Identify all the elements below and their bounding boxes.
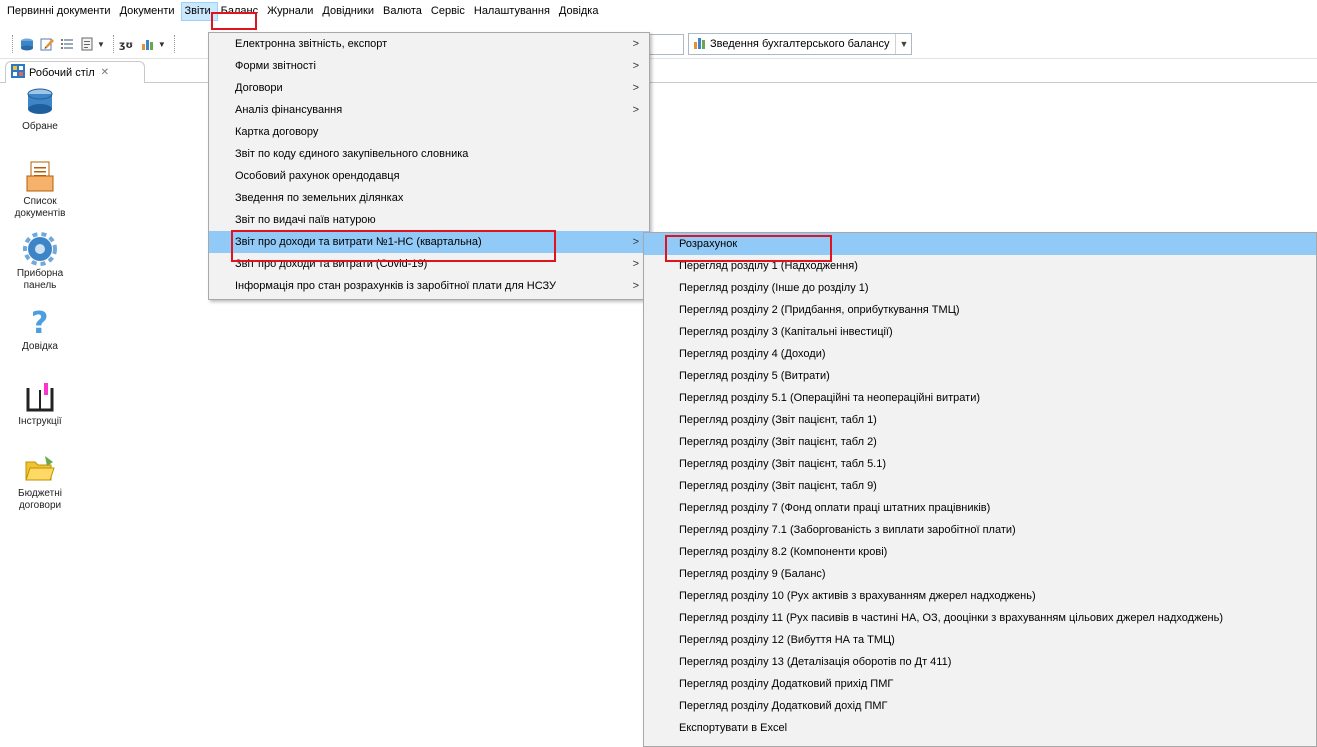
desktop-item-instructions[interactable]: Інструкції — [5, 380, 75, 428]
budget-contracts-folder-icon — [23, 452, 57, 486]
desktop-item-budget-contracts[interactable]: Бюджетні договори — [5, 452, 75, 512]
menu-item-cpv-report[interactable]: Звіт по коду єдиного закупівельного слов… — [209, 143, 649, 165]
edit-icon[interactable] — [38, 35, 56, 53]
menu-item-shares-in-kind[interactable]: Звіт по видачі паїв натурою — [209, 209, 649, 231]
submenu-item-patient-table-9[interactable]: Перегляд розділу (Звіт пацієнт, табл 9) — [644, 475, 1316, 497]
toolbar: ▼ ʒʊ ▼ Зведення бухгалтерського балансу … — [0, 30, 1317, 59]
menu-primary-documents[interactable]: Первинні документи — [4, 2, 117, 21]
menu-service[interactable]: Сервіс — [428, 2, 471, 21]
income-expenses-submenu: Розрахунок Перегляд розділу 1 (Надходжен… — [643, 232, 1317, 747]
report-select-value: Зведення бухгалтерського балансу — [710, 38, 890, 50]
desktop-item-help[interactable]: ? Довідка — [5, 305, 75, 353]
toolbar-separator — [12, 35, 13, 53]
menu-item-e-reporting[interactable]: Електронна звітність, експорт > — [209, 33, 649, 55]
menu-directories[interactable]: Довідники — [319, 2, 380, 21]
submenu-item-section-11[interactable]: Перегляд розділу 11 (Рух пасивів в части… — [644, 607, 1316, 629]
document-icon[interactable] — [78, 35, 96, 53]
submenu-item-section-1-other[interactable]: Перегляд розділу (Інше до розділу 1) — [644, 277, 1316, 299]
chevron-right-icon: > — [632, 60, 639, 72]
desktop-item-documents-list[interactable]: Список документів — [5, 160, 75, 220]
report-select[interactable]: Зведення бухгалтерського балансу ▼ — [688, 33, 913, 55]
open-icon[interactable] — [18, 35, 36, 53]
tab-label: Робочий стіл — [29, 66, 95, 79]
desktop-item-label: Приборна панель — [16, 268, 64, 291]
submenu-item-section-7-1[interactable]: Перегляд розділу 7.1 (Заборгованість з в… — [644, 519, 1316, 541]
toolbar-separator — [173, 35, 175, 53]
submenu-item-patient-table-2[interactable]: Перегляд розділу (Звіт пацієнт, табл 2) — [644, 431, 1316, 453]
svg-text:ʒʊ: ʒʊ — [119, 40, 133, 51]
close-icon[interactable]: ✕ — [101, 67, 109, 78]
chevron-right-icon: > — [632, 280, 639, 292]
chevron-right-icon: > — [632, 38, 639, 50]
submenu-item-section-8-2[interactable]: Перегляд розділу 8.2 (Компоненти крові) — [644, 541, 1316, 563]
menu-item-salary-nhsu[interactable]: Інформація про стан розрахунків із зароб… — [209, 275, 649, 297]
chevron-down-icon[interactable]: ▼ — [895, 34, 911, 54]
submenu-item-section-9[interactable]: Перегляд розділу 9 (Баланс) — [644, 563, 1316, 585]
menu-item-contract-card[interactable]: Картка договору — [209, 121, 649, 143]
submenu-item-patient-table-1[interactable]: Перегляд розділу (Звіт пацієнт, табл 1) — [644, 409, 1316, 431]
desktop-item-label: Довідка — [22, 341, 58, 352]
menu-item-report-forms[interactable]: Форми звітності > — [209, 55, 649, 77]
menu-journals[interactable]: Журнали — [264, 2, 319, 21]
chevron-right-icon: > — [632, 236, 639, 248]
submenu-item-section-2[interactable]: Перегляд розділу 2 (Придбання, оприбутку… — [644, 299, 1316, 321]
application-window: Первинні документи Документи Звіти Балан… — [0, 0, 1317, 747]
menu-item-income-expenses-covid[interactable]: Звіт про доходи та витрати (Covid-19) > — [209, 253, 649, 275]
menu-settings[interactable]: Налаштування — [471, 2, 556, 21]
favorites-icon — [23, 85, 57, 119]
submenu-item-section-3[interactable]: Перегляд розділу 3 (Капітальні інвестиці… — [644, 321, 1316, 343]
submenu-item-section-12[interactable]: Перегляд розділу 12 (Вибуття НА та ТМЦ) — [644, 629, 1316, 651]
chevron-right-icon: > — [632, 82, 639, 94]
chevron-down-icon[interactable]: ▼ — [97, 40, 105, 49]
documents-list-icon — [23, 160, 57, 194]
chart-icon[interactable] — [139, 35, 157, 53]
submenu-item-section-10[interactable]: Перегляд розділу 10 (Рух активів з враху… — [644, 585, 1316, 607]
toolbar-separator — [112, 35, 114, 53]
submenu-item-export-excel[interactable]: Експортувати в Excel — [644, 717, 1316, 739]
submenu-item-additional-revenue-pmg[interactable]: Перегляд розділу Додатковий дохід ПМГ — [644, 695, 1316, 717]
help-question-icon: ? — [23, 305, 57, 341]
desktop-icon — [11, 64, 25, 81]
submenu-item-section-5[interactable]: Перегляд розділу 5 (Витрати) — [644, 365, 1316, 387]
submenu-item-additional-income-pmg[interactable]: Перегляд розділу Додатковий прихід ПМГ — [644, 673, 1316, 695]
desktop-item-label: Інструкції — [18, 416, 62, 427]
svg-text:?: ? — [31, 306, 48, 339]
menu-item-contracts[interactable]: Договори > — [209, 77, 649, 99]
menu-item-funding-analysis[interactable]: Аналіз фінансування > — [209, 99, 649, 121]
menu-bar: Первинні документи Документи Звіти Балан… — [0, 0, 1317, 30]
submenu-item-section-4[interactable]: Перегляд розділу 4 (Доходи) — [644, 343, 1316, 365]
balance-chart-icon — [693, 36, 707, 53]
menu-documents[interactable]: Документи — [117, 2, 181, 21]
desktop-item-label: Список документів — [14, 196, 66, 219]
submenu-item-section-7[interactable]: Перегляд розділу 7 (Фонд оплати праці шт… — [644, 497, 1316, 519]
dashboard-gear-icon — [23, 232, 57, 266]
menu-help[interactable]: Довідка — [556, 2, 605, 21]
accounts-icon[interactable]: ʒʊ — [119, 35, 137, 53]
chevron-right-icon: > — [632, 258, 639, 270]
desktop-item-dashboard[interactable]: Приборна панель — [5, 232, 75, 292]
chevron-down-icon[interactable]: ▼ — [158, 40, 166, 49]
submenu-item-section-1[interactable]: Перегляд розділу 1 (Надходження) — [644, 255, 1316, 277]
submenu-item-patient-table-5-1[interactable]: Перегляд розділу (Звіт пацієнт, табл 5.1… — [644, 453, 1316, 475]
submenu-item-calculate[interactable]: Розрахунок — [644, 233, 1316, 255]
reports-menu: Електронна звітність, експорт > Форми зві… — [208, 32, 650, 300]
menu-item-land-plots[interactable]: Зведення по земельних ділянках — [209, 187, 649, 209]
editor-tab-strip: Робочий стіл ✕ — [0, 59, 1317, 83]
menu-balance[interactable]: Баланс — [218, 2, 264, 21]
tab-desktop[interactable]: Робочий стіл ✕ — [5, 61, 145, 83]
menu-currency[interactable]: Валюта — [380, 2, 428, 21]
chevron-right-icon: > — [632, 104, 639, 116]
desktop-item-favorites[interactable]: Обране — [5, 85, 75, 133]
submenu-item-section-5-1[interactable]: Перегляд розділу 5.1 (Операційні та неоп… — [644, 387, 1316, 409]
instructions-book-icon — [23, 380, 57, 414]
desktop-item-label: Бюджетні договори — [18, 488, 62, 511]
desktop-item-label: Обране — [22, 121, 58, 132]
menu-reports[interactable]: Звіти — [180, 2, 218, 21]
submenu-item-section-13[interactable]: Перегляд розділу 13 (Деталізація обороті… — [644, 651, 1316, 673]
list-icon[interactable] — [58, 35, 76, 53]
menu-item-income-expenses-1ns[interactable]: Звіт про доходи та витрати №1-НС (кварта… — [209, 231, 649, 253]
menu-item-lessor-account[interactable]: Особовий рахунок орендодавця — [209, 165, 649, 187]
